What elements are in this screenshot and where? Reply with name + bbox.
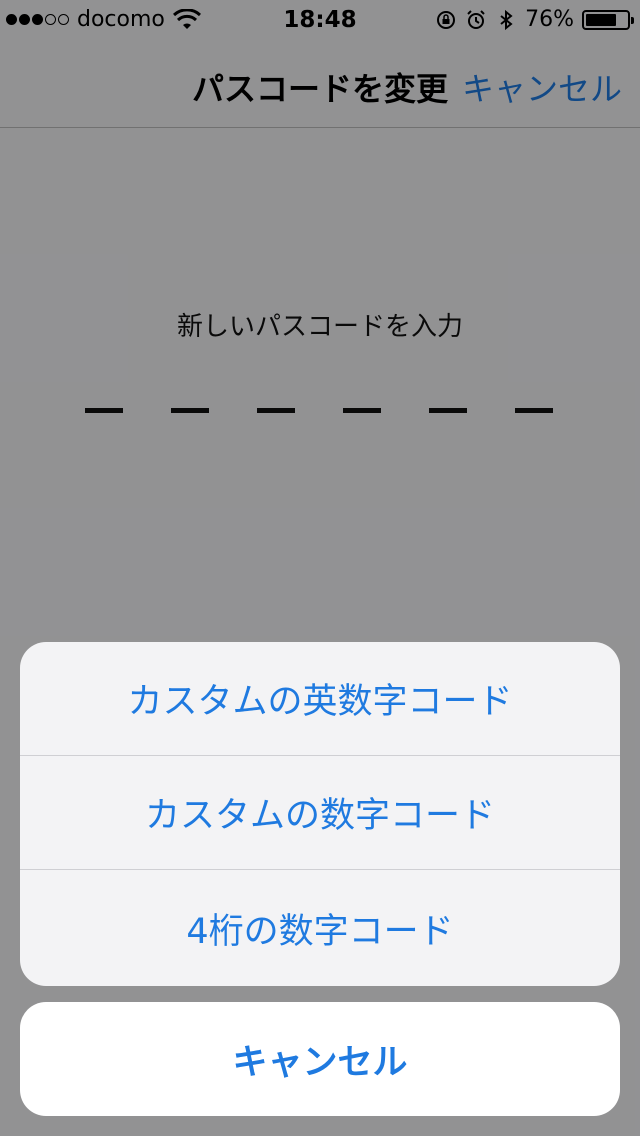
- option-4-digit-numeric[interactable]: 4桁の数字コード: [20, 870, 620, 986]
- sheet-cancel-button[interactable]: キャンセル: [20, 1002, 620, 1116]
- passcode-options-sheet: カスタムの英数字コード カスタムの数字コード 4桁の数字コード: [20, 642, 620, 986]
- option-custom-alphanumeric[interactable]: カスタムの英数字コード: [20, 642, 620, 756]
- option-custom-numeric[interactable]: カスタムの数字コード: [20, 756, 620, 870]
